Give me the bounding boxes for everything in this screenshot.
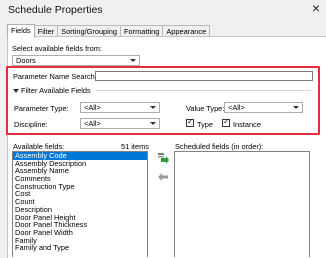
group-divider <box>96 90 311 91</box>
discipline-dropdown[interactable]: <All> <box>80 118 160 129</box>
add-field-button[interactable] <box>157 152 169 164</box>
remove-field-button[interactable] <box>158 173 168 181</box>
list-item[interactable]: Construction Type <box>13 183 147 191</box>
available-fields-label: Available fields: <box>13 142 65 151</box>
param-type-label: Parameter Type: <box>14 104 69 113</box>
add-arrow-icon <box>158 153 169 164</box>
chevron-down-icon <box>150 106 156 109</box>
collapse-triangle-icon[interactable] <box>13 89 19 93</box>
discipline-value: <All> <box>84 119 101 128</box>
param-type-value: <All> <box>84 103 101 112</box>
discipline-label: Discipline: <box>14 120 48 129</box>
tab-fields[interactable]: Fields <box>7 24 35 38</box>
window-title: Schedule Properties <box>8 4 103 16</box>
check-icon: ✓ <box>223 117 230 126</box>
param-search-label: Parameter Name Search: <box>13 72 97 81</box>
items-count: 51 items <box>121 142 149 151</box>
select-from-label: Select available fields from: <box>12 44 102 53</box>
chevron-down-icon <box>293 106 299 109</box>
select-from-value: Doors <box>16 56 36 65</box>
instance-checkbox-label: Instance <box>233 120 261 129</box>
type-checkbox[interactable]: ✓ <box>186 117 194 127</box>
check-icon: ✓ <box>187 117 194 126</box>
param-type-dropdown[interactable]: <All> <box>80 102 160 113</box>
available-fields-list[interactable]: Assembly Code Assembly Description Assem… <box>12 151 148 257</box>
value-type-dropdown[interactable]: <All> <box>224 102 303 113</box>
param-search-input[interactable] <box>95 71 313 81</box>
filter-fields-toggle[interactable]: Filter Available Fields <box>21 86 91 95</box>
remove-arrow-icon <box>158 173 168 181</box>
close-icon[interactable]: × <box>312 1 320 15</box>
value-type-value: <All> <box>228 103 245 112</box>
scheduled-fields-label: Scheduled fields (in order): <box>175 142 264 151</box>
list-item[interactable]: Family and Type <box>13 244 147 252</box>
scheduled-fields-list[interactable] <box>174 151 310 257</box>
chevron-down-icon <box>150 122 156 125</box>
instance-checkbox[interactable]: ✓ <box>222 117 230 127</box>
value-type-label: Value Type: <box>186 104 225 113</box>
chevron-down-icon <box>130 59 136 62</box>
type-checkbox-label: Type <box>197 120 214 129</box>
select-from-dropdown[interactable]: Doors <box>12 55 140 66</box>
